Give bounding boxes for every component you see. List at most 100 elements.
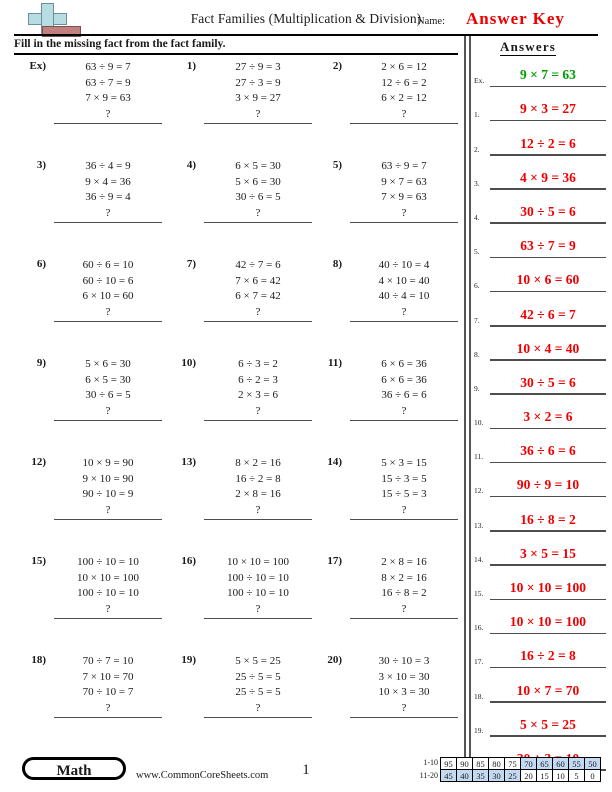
problem-fact-family: 63 ÷ 9 = 7 63 ÷ 7 = 9 7 × 9 = 63? <box>54 60 162 124</box>
fact-line: 4 × 10 = 40 <box>378 274 430 287</box>
answer-underline <box>490 666 606 669</box>
answer-row: 19. 5 × 5 = 25 <box>472 706 612 740</box>
answer-value: 9 × 3 = 27 <box>520 101 576 117</box>
answer-row: 8. 10 × 4 = 40 <box>472 330 612 364</box>
answer-write-line[interactable] <box>204 320 312 322</box>
problem-fact-family: 30 ÷ 10 = 3 3 × 10 = 30 10 × 3 = 30? <box>350 654 458 718</box>
answer-write-line[interactable] <box>204 617 312 619</box>
answer-value: 4 × 9 = 36 <box>520 169 576 185</box>
answer-write-line[interactable] <box>54 518 162 520</box>
answer-underline <box>490 632 606 635</box>
problem-fact-family: 10 × 10 = 100 100 ÷ 10 = 10 100 ÷ 10 = 10? <box>204 555 312 619</box>
answer-write-line[interactable] <box>350 122 458 124</box>
answer-write-line[interactable] <box>54 419 162 421</box>
missing-fact-placeholder: ? <box>255 503 261 516</box>
answer-row: 2. 12 ÷ 2 = 6 <box>472 124 612 158</box>
missing-fact-placeholder: ? <box>105 701 111 714</box>
score-cell[interactable]: 20 <box>520 768 537 782</box>
page-footer: Math www.CommonCoreSheets.com 1 1-10 95 90… <box>0 752 612 792</box>
answers-column-divider-left <box>464 36 466 758</box>
score-cell[interactable]: 25 <box>504 768 521 782</box>
problem-fact-family: 5 × 6 = 30 6 × 5 = 30 30 ÷ 6 = 5? <box>54 357 162 421</box>
fact-line: 5 × 3 = 15 <box>381 457 427 469</box>
problem-number: 3) <box>36 159 46 171</box>
answer-write-line[interactable] <box>350 617 458 619</box>
answer-row: 9. 30 ÷ 5 = 6 <box>472 364 612 398</box>
answer-write-line[interactable] <box>54 221 162 223</box>
fact-line: 3 × 10 = 30 <box>378 670 430 683</box>
problem-number: 1) <box>186 60 196 72</box>
problem-row: 15) 100 ÷ 10 = 10 10 × 10 = 100 100 ÷ 10 = … <box>0 555 462 654</box>
answer-key-stamp: Answer Key <box>466 9 565 28</box>
fact-line: 9 × 7 = 63 <box>381 175 427 188</box>
answer-number: 8. <box>474 349 480 359</box>
score-row-label: 11-20 <box>419 770 438 780</box>
answer-write-line[interactable] <box>350 716 458 718</box>
answer-write-line[interactable] <box>204 221 312 223</box>
fact-line: 25 ÷ 5 = 5 <box>235 686 281 698</box>
score-cell[interactable]: 35 <box>472 768 489 782</box>
problem-fact-family: 40 ÷ 10 = 4 4 × 10 = 40 40 ÷ 4 = 10? <box>350 258 458 322</box>
answer-number: 7. <box>474 315 480 325</box>
answer-write-line[interactable] <box>204 122 312 124</box>
answer-underline <box>490 256 606 259</box>
score-cell[interactable]: 5 <box>568 768 585 782</box>
missing-fact-placeholder: ? <box>255 206 261 219</box>
problem-row: 18) 70 ÷ 7 = 10 7 × 10 = 70 70 ÷ 10 = 7? 19)… <box>0 654 462 753</box>
answer-value: 36 ÷ 6 = 6 <box>520 443 576 459</box>
answer-underline <box>490 735 606 737</box>
problem-fact-family: 27 ÷ 9 = 3 27 ÷ 3 = 9 3 × 9 = 27? <box>204 60 312 124</box>
answer-write-line[interactable] <box>204 518 312 520</box>
score-cell[interactable]: 15 <box>536 768 553 782</box>
problem-fact-family: 42 ÷ 7 = 6 7 × 6 = 42 6 × 7 = 42? <box>204 258 312 322</box>
answer-number: 17. <box>474 657 484 667</box>
fact-line: 100 ÷ 10 = 10 <box>227 587 289 599</box>
problem-number: 20) <box>327 654 342 666</box>
problems-grid: Ex) 63 ÷ 9 = 7 63 ÷ 7 = 9 7 × 9 = 63? 1) 27 ÷… <box>0 60 462 753</box>
fact-line: 40 ÷ 4 = 10 <box>378 290 430 302</box>
answer-write-line[interactable] <box>204 716 312 718</box>
answer-write-line[interactable] <box>350 320 458 322</box>
fact-line: 60 ÷ 10 = 6 <box>82 274 134 287</box>
answer-write-line[interactable] <box>54 122 162 124</box>
fact-line: 6 × 6 = 36 <box>381 358 427 370</box>
answer-underline <box>490 701 606 703</box>
problem-row: 12) 10 × 9 = 90 9 × 10 = 90 90 ÷ 10 = 9? 13)… <box>0 456 462 555</box>
fact-line: 36 ÷ 6 = 6 <box>381 389 427 401</box>
answer-write-line[interactable] <box>54 716 162 718</box>
problem-row: 6) 60 ÷ 6 = 10 60 ÷ 10 = 6 6 × 10 = 60? 7) 42… <box>0 258 462 357</box>
answer-row: 1. 9 × 3 = 27 <box>472 90 612 124</box>
answer-write-line[interactable] <box>350 221 458 223</box>
fact-line: 6 × 6 = 36 <box>381 373 427 386</box>
fact-line: 15 ÷ 5 = 3 <box>381 488 427 500</box>
answer-underline <box>490 119 606 122</box>
answer-value: 16 ÷ 8 = 2 <box>520 511 576 527</box>
answer-write-line[interactable] <box>54 617 162 619</box>
answer-number: 2. <box>474 144 480 154</box>
score-cell[interactable]: 40 <box>456 768 473 782</box>
problem-number: 6) <box>36 258 46 270</box>
score-cell[interactable]: 30 <box>488 768 505 782</box>
answer-write-line[interactable] <box>204 419 312 421</box>
answer-write-line[interactable] <box>350 419 458 421</box>
fact-line: 2 × 3 = 6 <box>238 389 278 401</box>
fact-line: 30 ÷ 6 = 5 <box>85 389 131 401</box>
answer-write-line[interactable] <box>54 320 162 322</box>
problem-row: Ex) 63 ÷ 9 = 7 63 ÷ 7 = 9 7 × 9 = 63? 1) 27 ÷… <box>0 60 462 159</box>
fact-line: 6 ÷ 2 = 3 <box>238 373 278 386</box>
header-divider <box>14 34 598 36</box>
answer-underline <box>490 598 606 600</box>
score-cell[interactable]: 10 <box>552 768 569 782</box>
problem-number: 18) <box>31 654 46 666</box>
directions-text: Fill in the missing fact from the fact f… <box>14 38 226 50</box>
answer-underline <box>490 325 606 327</box>
answers-heading: Answers <box>500 39 557 56</box>
answer-write-line[interactable] <box>350 518 458 520</box>
score-cell[interactable]: 0 <box>584 768 601 782</box>
answer-number: 4. <box>474 212 480 222</box>
answer-row: 6. 10 × 6 = 60 <box>472 261 612 295</box>
problem-fact-family: 70 ÷ 7 = 10 7 × 10 = 70 70 ÷ 10 = 7? <box>54 654 162 718</box>
fact-line: 6 × 10 = 60 <box>82 290 134 302</box>
score-cell[interactable]: 45 <box>440 768 457 782</box>
problem-number: 16) <box>181 555 196 567</box>
